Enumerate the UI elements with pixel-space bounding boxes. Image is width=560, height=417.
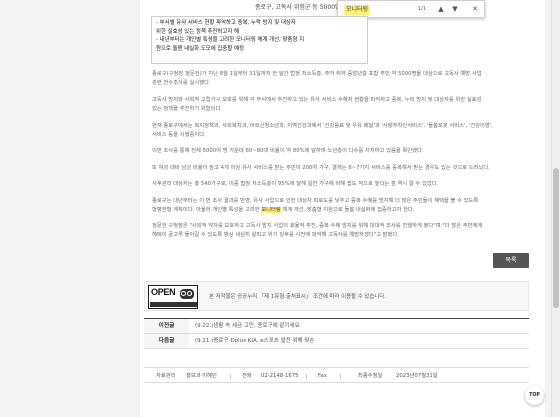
phone-label: 전화: [242, 373, 252, 379]
find-input[interactable]: 모니터링: [344, 5, 371, 15]
license-box: OPEN 본 저작물은 공공누리 「제 1유형:출처표시」 조건에 따라 이용할…: [144, 281, 529, 311]
article-line: 고독사 방지와 사회적 고립가구 보호를 위해 각 부서에서 추진하고 있는 유…: [152, 97, 482, 103]
find-close-icon[interactable]: ✕: [470, 4, 480, 15]
phone-value: 02-2148-1675: [261, 373, 299, 379]
dept-value: 홍보과 이혜민: [186, 373, 217, 379]
article-line: 형평한형 계획이다. 아울러 개인별 특성을 고려한 모니터링 체계 개선, 맞…: [152, 207, 415, 214]
article-line: 혜택이 골고루 돌아갈 수 있도록 항상 세심히 살피고 위기 징후를 사전에 …: [152, 232, 399, 239]
article-paragraph: 현재 종로구에서는 복지정책과, 사회복지과, 어르신청소년과, 지역건강과에서…: [152, 122, 527, 141]
find-count: 1/1: [418, 6, 427, 12]
article-line: 현재 종로구에서는 복지정책과, 사회복지과, 어르신청소년과, 지역건강과에서…: [152, 123, 493, 129]
next-post-row[interactable]: 다음글 (9.21.)종로구-Dplus KIA, e스포츠 발전 위해 맞손: [144, 334, 529, 349]
post-navigation: 이전글 (9.22.)생활 속 세금 고민, 종로구에 맡기세요 다음글 (9.…: [144, 318, 529, 349]
article-line: 서비스 등을 시행중이다.: [152, 132, 206, 139]
article-line: 종로구는 내년부터는 이 번 조사 결과를 반영, 유사 사업으로 인한 대상자…: [152, 198, 479, 204]
summary-line: 위한 실효성 있는 정책 추진하고자 해: [156, 28, 239, 35]
summary-box: - 부서별 유사 서비스 현황 파악하고 중복, 누락 방지 및 대상자 위한 …: [151, 16, 368, 64]
article-paragraph: 종로구(구청장 정문헌)가 지난 8월 1일부터 31일까지 한 달간 법정 저…: [152, 70, 527, 89]
scrollbar-thumb[interactable]: [553, 168, 559, 308]
page-title-fragment: 종로구, 고독사 위험군 등 5000명: [255, 4, 341, 11]
content-info: 자료관리 홍보과 이혜민 전화 02-2148-1675 Fax 최종수정일 2…: [144, 367, 529, 383]
summary-line: - 부서별 유사 서비스 현황 파악하고 중복, 누락 방지 및 대상자: [156, 20, 296, 26]
open-license-logo[interactable]: OPEN: [148, 285, 198, 309]
find-prev-icon[interactable]: ▲: [436, 4, 446, 15]
divider: [306, 374, 307, 379]
summary-line: 원으로 돌봄 내실화 도모에 집중할 예정: [156, 45, 244, 52]
article-paragraph: 정문헌 구청장은 "사회적 약자를 보호하고 고독사 방지 사업의 효율적 추진…: [152, 222, 527, 241]
prev-post-label: 이전글: [144, 319, 189, 333]
license-mark-icon: [180, 289, 194, 299]
article-paragraph: 또 여성 대비 남성 비율이 높고 4개 이상 유사 서비스를 받는 주민이 2…: [152, 165, 490, 171]
list-button[interactable]: 목록: [493, 253, 529, 268]
scroll-top-button[interactable]: TOP: [525, 386, 544, 405]
summary-line: - 내년부터는 개인별 특성을 고려한 모니터링 체계 개선, 맞춤형 지: [156, 37, 305, 44]
license-text: 본 저작물은 공공누리 「제 1유형:출처표시」 조건에 따라 이용할 수 있습…: [209, 294, 386, 300]
next-post-link[interactable]: (9.21.)종로구-Dplus KIA, e스포츠 발전 위해 맞손: [195, 334, 314, 348]
search-highlight: 모니터링: [261, 207, 281, 214]
article-line: 정문헌 구청장은 "사회적 약자를 보호하고 고독사 방지 사업의 효율적 추진…: [152, 223, 483, 229]
article-line: 있는 정책을 추진하기 위함이다.: [152, 106, 223, 113]
article-paragraph: 종로구는 내년부터는 이 번 조사 결과를 반영, 유사 사업으로 인한 대상자…: [152, 197, 527, 216]
divider: [230, 374, 231, 379]
article-line: 종로구(구청장 정문헌)가 지난 8월 1일부터 31일까지 한 달간 법정 저…: [152, 71, 482, 77]
fax-label: Fax: [318, 373, 327, 379]
prev-post-row[interactable]: 이전글 (9.22.)생활 속 세금 고민, 종로구에 맡기세요: [144, 319, 529, 334]
license-strip: [150, 302, 197, 307]
dept-label: 자료관리: [156, 373, 176, 379]
prev-post-link[interactable]: (9.22.)생활 속 세금 고민, 종로구에 맡기세요: [195, 319, 300, 333]
scrollbar[interactable]: [551, 0, 560, 417]
updated-value: 2023년07월31일: [396, 373, 438, 379]
article-paragraph: 이번 조사를 통해 전체 5000여 명 가운데 60~80대 비율이 약 80…: [152, 148, 424, 154]
article-paragraph: 고독사 방지와 사회적 고립가구 보호를 위해 각 부서에서 추진하고 있는 유…: [152, 96, 527, 115]
updated-label: 최종수정일: [358, 373, 383, 379]
find-next-icon[interactable]: ▼: [450, 4, 460, 15]
article-paragraph: 사후관리 대상자는 총 540가구로, 이중 법정 저소득층이 95%에 달해 …: [152, 181, 439, 187]
article-line: 관련 전수조사를 실시했다.: [152, 80, 211, 87]
next-post-label: 다음글: [144, 334, 189, 348]
divider: [340, 374, 341, 379]
